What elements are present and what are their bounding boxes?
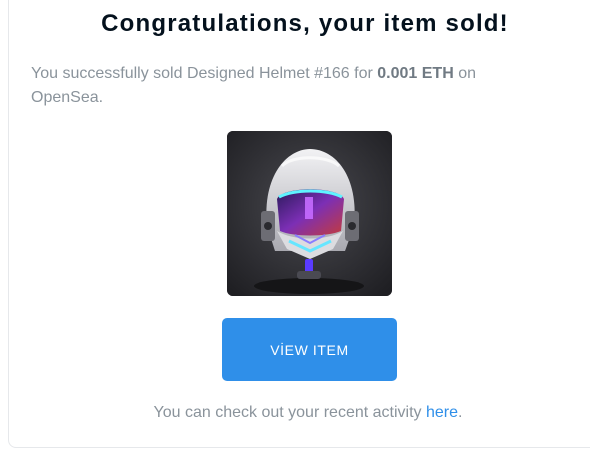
- sale-message: You successfully sold Designed Helmet #1…: [31, 62, 551, 110]
- sale-price: 0.001 ETH: [377, 65, 454, 82]
- helmet-icon: [227, 131, 392, 296]
- sale-message-prefix: You successfully sold Designed Helmet #1…: [31, 65, 378, 82]
- footer-prefix: You can check out your recent activity: [153, 404, 426, 421]
- helmet-nft-image[interactable]: [227, 131, 392, 296]
- page-title: Congratulations, your item sold!: [101, 10, 509, 37]
- footer-suffix: .: [458, 404, 463, 421]
- recent-activity-link[interactable]: here: [426, 404, 458, 421]
- footer-text: You can check out your recent activity h…: [0, 404, 590, 422]
- view-item-button[interactable]: VİEW ITEM: [222, 318, 397, 381]
